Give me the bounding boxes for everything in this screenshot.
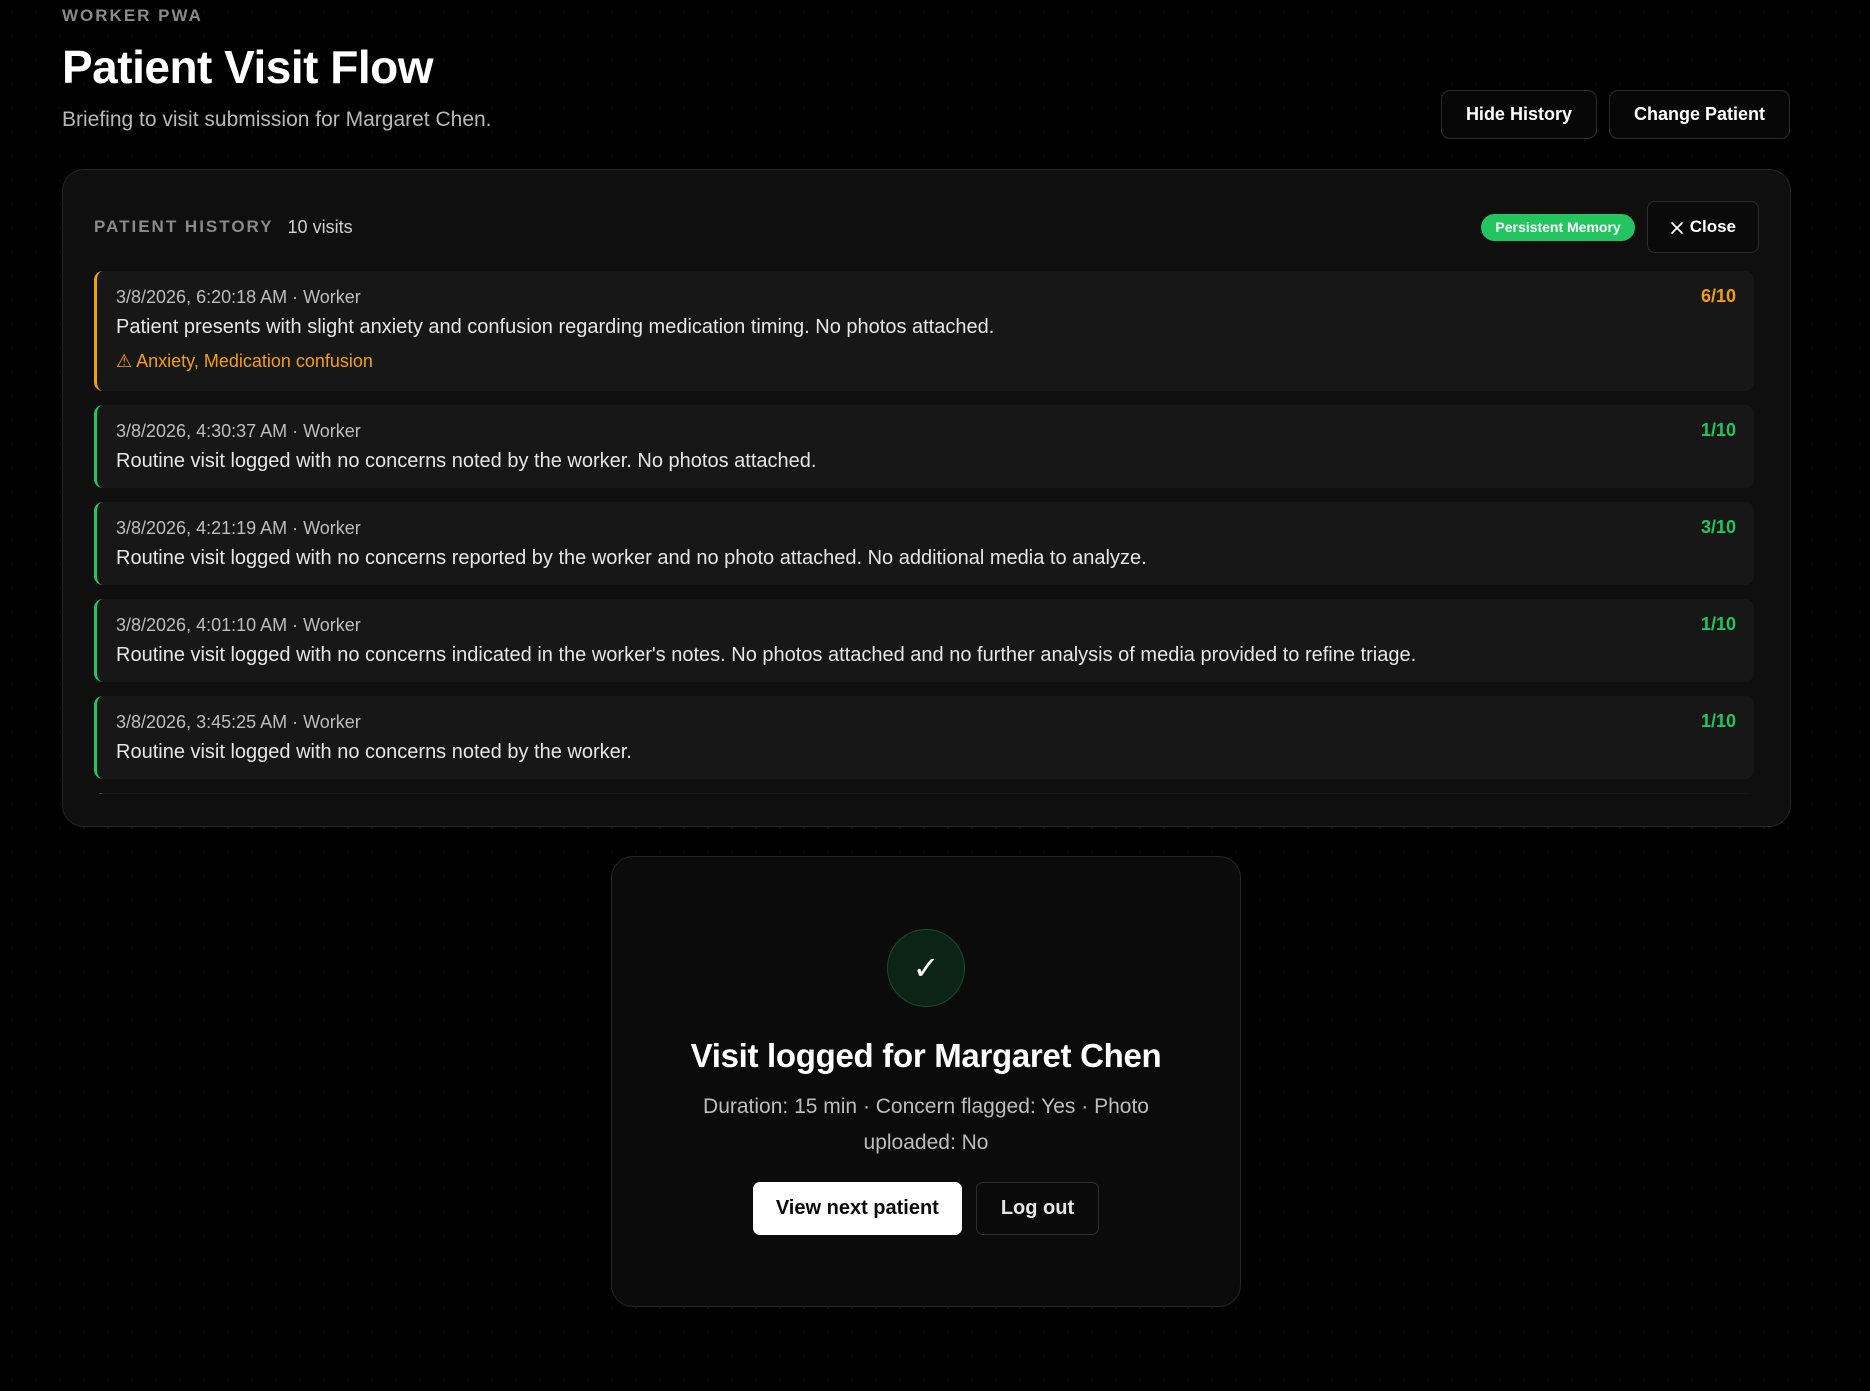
app-eyebrow: WORKER PWA [62,6,203,25]
visit-note: Routine visit logged with no concerns no… [116,450,817,472]
hide-history-button[interactable]: Hide History [1440,90,1597,139]
history-header: PATIENT HISTORY 10 visits Persistent Mem… [94,201,1759,253]
visit-meta: 3/8/2026, 4:30:37 AM · Worker [116,421,361,441]
page-subtitle: Briefing to visit submission for Margare… [62,108,492,131]
check-icon: ✓ [887,929,965,1007]
close-history-button[interactable]: Close [1646,201,1759,253]
visit-logged-card: ✓ Visit logged for Margaret Chen Duratio… [611,856,1241,1307]
visit-note: Patient presents with slight anxiety and… [116,316,995,338]
visit-severity-score: 6/10 [1700,286,1736,306]
history-visit-count: 10 visits [287,216,353,237]
visit-concern-flags: ⚠ Anxiety, Medication confusion [116,351,373,371]
visit-history-item[interactable]: 3/8/2026, 4:01:10 AM · Worker 1/10 Routi… [94,599,1754,682]
completion-actions: View next patient Log out [612,1182,1240,1235]
visit-history-item[interactable]: 3/8/2026, 6:20:18 AM · Worker 6/10 Patie… [94,271,1754,391]
visit-history-item[interactable] [94,793,1754,794]
visit-history-item[interactable]: 3/8/2026, 4:30:37 AM · Worker 1/10 Routi… [94,405,1754,488]
patient-visit-flow-page: WORKER PWA Patient Visit Flow Briefing t… [0,0,1870,1391]
visit-meta: 3/8/2026, 6:20:18 AM · Worker [116,287,361,307]
visit-history-item[interactable]: 3/8/2026, 3:45:25 AM · Worker 1/10 Routi… [94,696,1754,779]
close-icon [1670,220,1684,234]
visit-history-item[interactable]: 3/8/2026, 4:21:19 AM · Worker 3/10 Routi… [94,502,1754,585]
visit-note: Routine visit logged with no concerns in… [116,644,1417,666]
visit-meta: 3/8/2026, 4:01:10 AM · Worker [116,615,361,635]
visit-note: Routine visit logged with no concerns no… [116,741,632,763]
visit-severity-score: 1/10 [1700,420,1736,440]
close-button-label: Close [1689,217,1736,236]
history-header-actions: Persistent Memory Close [1481,201,1759,253]
header-actions: Hide History Change Patient [1440,90,1790,139]
completion-title: Visit logged for Margaret Chen [690,1037,1162,1074]
visit-meta: 3/8/2026, 4:21:19 AM · Worker [116,518,361,538]
persistent-memory-badge: Persistent Memory [1481,213,1635,241]
log-out-button[interactable]: Log out [975,1182,1100,1235]
view-next-patient-button[interactable]: View next patient [752,1182,962,1235]
patient-history-panel: PATIENT HISTORY 10 visits Persistent Mem… [62,169,1791,827]
visit-summary: Duration: 15 min · Concern flagged: Yes … [703,1095,1149,1154]
visit-history-list[interactable]: 3/8/2026, 6:20:18 AM · Worker 6/10 Patie… [94,271,1754,794]
visit-severity-score: 1/10 [1700,711,1736,731]
visit-severity-score: 3/10 [1700,517,1736,537]
history-title: PATIENT HISTORY [94,217,274,236]
visit-note: Routine visit logged with no concerns re… [116,547,1147,569]
page-title: Patient Visit Flow [62,41,434,93]
visit-severity-score: 1/10 [1700,614,1736,634]
change-patient-button[interactable]: Change Patient [1608,90,1790,139]
visit-meta: 3/8/2026, 3:45:25 AM · Worker [116,712,361,732]
